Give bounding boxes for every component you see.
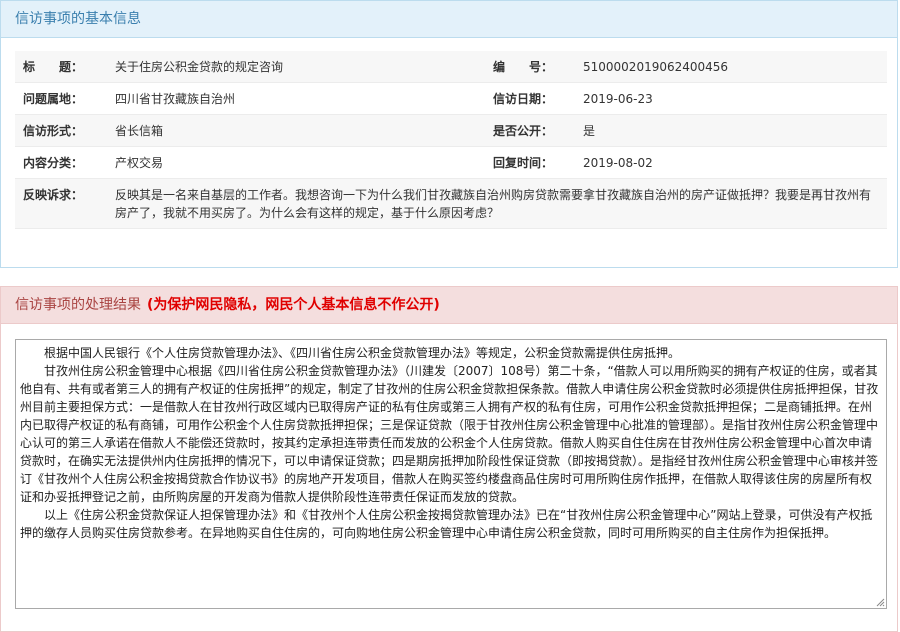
result-paragraph-2: 甘孜州住房公积金管理中心根据《四川省住房公积金贷款管理办法》（川建发〔2007〕… [20,364,879,504]
privacy-note: (为保护网民隐私，网民个人基本信息不作公开) [147,297,440,313]
result-panel: 信访事项的处理结果 (为保护网民隐私，网民个人基本信息不作公开) 根据中国人民银行… [0,286,898,632]
label-reply-time: 回复时间： [493,156,554,170]
value-form: 省长信箱 [115,124,164,138]
value-title: 关于住房公积金贷款的规定咨询 [115,60,284,74]
resize-grip-icon[interactable] [875,597,885,607]
info-row-title: 标 题： 关于住房公积金贷款的规定咨询 编 号： 510000201906240… [15,51,887,83]
info-row-location: 问题属地： 四川省甘孜藏族自治州 信访日期： 2019-06-23 [15,83,887,115]
label-location: 问题属地： [23,92,84,106]
result-header: 信访事项的处理结果 (为保护网民隐私，网民个人基本信息不作公开) [1,287,897,324]
basic-info-title: 信访事项的基本信息 [15,11,141,27]
value-number: 5100002019062400456 [583,60,729,74]
label-complaint: 反映诉求： [23,188,84,202]
label-form: 信访形式： [23,124,84,138]
value-category: 产权交易 [115,156,164,170]
result-title-wrap: 信访事项的处理结果 (为保护网民隐私，网民个人基本信息不作公开) [15,296,440,314]
value-public: 是 [583,124,596,138]
info-row-category: 内容分类： 产权交易 回复时间： 2019-08-02 [15,147,887,179]
basic-info-header: 信访事项的基本信息 [1,1,897,38]
label-date: 信访日期： [493,92,554,106]
value-date: 2019-06-23 [583,92,653,106]
result-textarea[interactable]: 根据中国人民银行《个人住房贷款管理办法》、《四川省住房公积金贷款管理办法》等规定… [15,339,887,609]
info-row-form: 信访形式： 省长信箱 是否公开： 是 [15,115,887,147]
label-number: 编 号： [493,60,554,74]
label-title: 标 题： [23,60,84,74]
value-reply-time: 2019-08-02 [583,156,653,170]
result-paragraph-1: 根据中国人民银行《个人住房贷款管理办法》、《四川省住房公积金贷款管理办法》等规定… [44,346,681,360]
value-complaint: 反映其是一名来自基层的工作者。我想咨询一下为什么我们甘孜藏族自治州购房贷款需要拿… [115,188,872,220]
basic-info-panel: 信访事项的基本信息 标 题： 关于住房公积金贷款的规定咨询 编 号： 51000… [0,0,898,268]
label-public: 是否公开： [493,124,554,138]
result-paragraph-3: 以上《住房公积金贷款保证人担保管理办法》和《甘孜州个人住房公积金按揭贷款管理办法… [20,508,873,540]
result-title: 信访事项的处理结果 [15,297,141,313]
value-location: 四川省甘孜藏族自治州 [115,92,236,106]
label-category: 内容分类： [23,156,84,170]
info-row-complaint: 反映诉求： 反映其是一名来自基层的工作者。我想咨询一下为什么我们甘孜藏族自治州购… [15,179,887,229]
info-table: 标 题： 关于住房公积金贷款的规定咨询 编 号： 510000201906240… [15,51,887,229]
